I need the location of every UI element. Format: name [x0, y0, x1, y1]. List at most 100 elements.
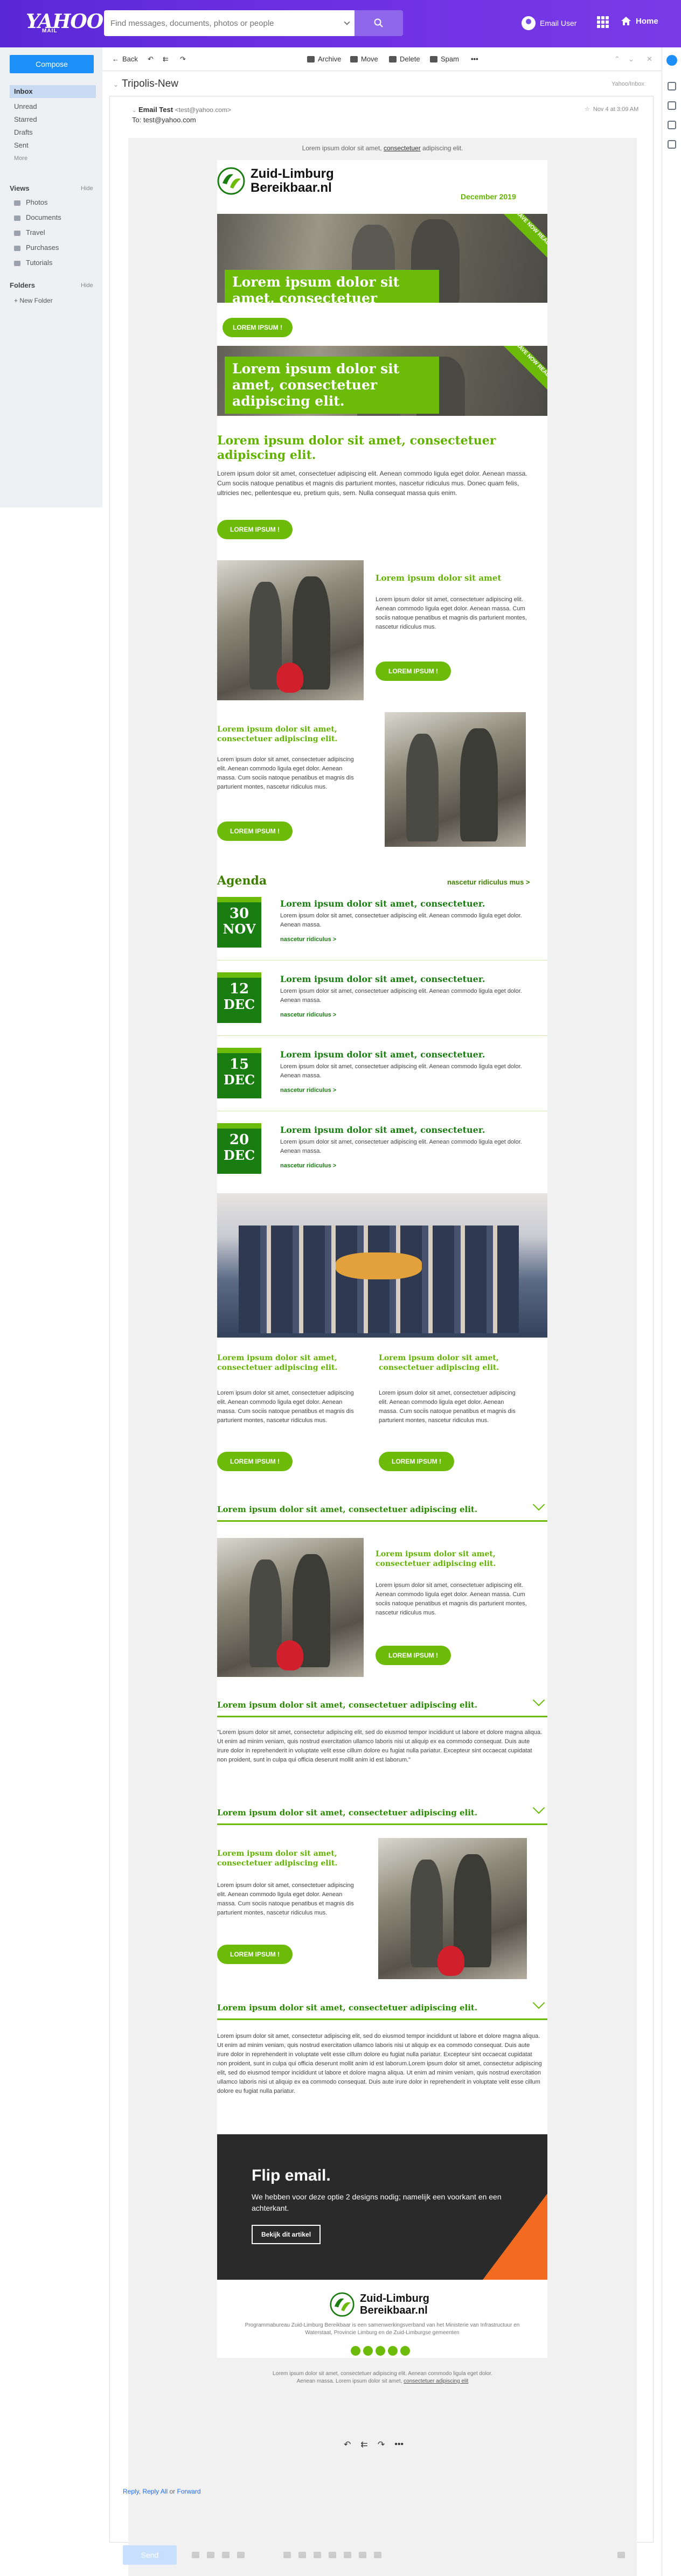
delete-draft-icon[interactable] — [617, 2552, 625, 2558]
prev-message-button[interactable]: ⌃ — [614, 55, 620, 64]
instagram-icon[interactable] — [388, 2346, 398, 2356]
agenda-more-4[interactable]: nascetur ridiculus > — [280, 1162, 336, 1169]
close-message-button[interactable]: ✕ — [647, 55, 652, 64]
link-icon[interactable] — [207, 2552, 214, 2558]
agenda-more-3[interactable]: nascetur ridiculus > — [280, 1087, 336, 1094]
sidebar-item-documents[interactable]: Documents — [0, 211, 102, 224]
archive-button[interactable]: Archive — [307, 55, 341, 63]
accordion-3[interactable]: Lorem ipsum dolor sit amet, consectetuer… — [217, 1801, 547, 1825]
yahoo-logo[interactable]: YAHOO! — [26, 12, 112, 31]
facebook-icon[interactable] — [351, 2346, 360, 2356]
forward-button[interactable]: ↷ — [180, 55, 186, 64]
more-actions-button[interactable]: ••• — [471, 55, 478, 63]
col-2-button[interactable]: LOREM IPSUM ! — [379, 1452, 454, 1471]
preheader-link[interactable]: consectetuer — [384, 144, 421, 152]
align-icon[interactable] — [359, 2552, 366, 2558]
italic-icon[interactable] — [314, 2552, 321, 2558]
star-icon[interactable]: ☆ — [585, 106, 590, 113]
home-button[interactable]: Home — [621, 16, 658, 26]
email-icon[interactable] — [400, 2346, 410, 2356]
compose-button[interactable]: Compose — [10, 55, 94, 73]
reply-all-icon[interactable]: ⇇ — [360, 2439, 367, 2450]
folders-hide-link[interactable]: Hide — [81, 282, 93, 289]
accordion-4[interactable]: Lorem ipsum dolor sit amet, consectetuer… — [217, 1996, 547, 2020]
long-text: Lorem ipsum dolor sit amet, consectetur … — [217, 2033, 542, 2094]
reply-button[interactable]: ↶ — [148, 55, 154, 64]
reply-icon[interactable]: ↶ — [344, 2439, 351, 2450]
sidebar-item-photos[interactable]: Photos — [0, 196, 102, 209]
sidebar-item-purchases[interactable]: Purchases — [0, 241, 102, 254]
footer-brand[interactable]: Zuid-Limburg Bereikbaar.nl — [330, 2292, 429, 2317]
feature-1-button[interactable]: LOREM IPSUM ! — [376, 662, 451, 681]
image-icon[interactable] — [222, 2552, 230, 2558]
bottom-link[interactable]: consectetuer adipiscing elit — [404, 2378, 468, 2384]
intro-button[interactable]: LOREM IPSUM ! — [217, 520, 293, 539]
social-links — [351, 2346, 410, 2356]
agenda-more-link[interactable]: nascetur ridiculus mus > — [447, 878, 530, 886]
more-format-icon[interactable] — [374, 2552, 381, 2558]
flip-email-banner[interactable]: Flip email. We hebben voor deze optie 2 … — [217, 2134, 547, 2280]
hero-banner-1[interactable]: Lorem ipsum dolor sit amet, consectetuer… — [217, 214, 547, 303]
notepad-icon[interactable] — [668, 121, 676, 129]
text-color-icon[interactable] — [329, 2552, 336, 2558]
forward-icon[interactable]: ↷ — [378, 2439, 385, 2450]
agenda-more-1[interactable]: nascetur ridiculus > — [280, 936, 336, 943]
hero-1-button[interactable]: LOREM IPSUM ! — [223, 318, 293, 337]
search-box[interactable] — [104, 10, 355, 36]
sender-name[interactable]: Email Test — [138, 106, 173, 114]
search-dropdown-icon[interactable] — [344, 19, 350, 25]
contacts-icon[interactable] — [668, 82, 676, 90]
search-button[interactable] — [355, 10, 403, 36]
back-button[interactable]: ← Back — [112, 55, 138, 63]
user-menu[interactable]: Email User — [522, 16, 576, 30]
feature-4-button[interactable]: LOREM IPSUM ! — [217, 1945, 293, 1964]
footer-brand-line-2: Bereikbaar.nl — [360, 2305, 428, 2316]
accordion-2[interactable]: Lorem ipsum dolor sit amet, consectetuer… — [217, 1694, 547, 1717]
apps-grid-icon[interactable] — [597, 16, 609, 28]
calendar-icon[interactable] — [668, 101, 676, 110]
hero-banner-2[interactable]: Lorem ipsum dolor sit amet, consectetuer… — [217, 346, 547, 416]
next-message-button[interactable]: ⌄ — [628, 55, 634, 64]
accordion-1[interactable]: Lorem ipsum dolor sit amet, consectetuer… — [217, 1498, 547, 1522]
settings-icon[interactable] — [666, 55, 677, 66]
search-input[interactable] — [104, 10, 330, 36]
reply-all-link[interactable]: Reply All — [142, 2488, 168, 2495]
feature-2-button[interactable]: LOREM IPSUM ! — [217, 821, 293, 841]
list-icon[interactable] — [344, 2552, 351, 2558]
send-button[interactable]: Send — [123, 2545, 177, 2565]
sidebar-item-unread[interactable]: Unread — [0, 100, 102, 113]
newsletter-brand[interactable]: Zuid-Limburg Bereikbaar.nl — [217, 167, 334, 195]
bold-icon[interactable] — [298, 2552, 306, 2558]
sidebar-item-travel[interactable]: Travel — [0, 226, 102, 239]
sender-expand-icon[interactable]: ⌄ — [132, 108, 136, 114]
emoji-icon[interactable] — [237, 2552, 245, 2558]
search-icon — [374, 18, 383, 27]
delete-button[interactable]: Delete — [389, 55, 420, 63]
agenda-more-2[interactable]: nascetur ridiculus > — [280, 1012, 336, 1018]
sidebar-item-tutorials[interactable]: Tutorials — [0, 256, 102, 269]
flip-button[interactable]: Bekijk dit artikel — [252, 2225, 321, 2244]
sidebar-item-more[interactable]: More — [0, 152, 102, 165]
messenger-icon[interactable] — [668, 140, 676, 149]
linkedin-icon[interactable] — [376, 2346, 385, 2356]
move-button[interactable]: Move — [350, 55, 378, 63]
sidebar-item-sent[interactable]: Sent — [0, 139, 102, 152]
forward-icon: ↷ — [180, 55, 186, 63]
sidebar-item-starred[interactable]: Starred — [0, 113, 102, 126]
new-folder-link[interactable]: + New Folder — [0, 294, 102, 307]
feature-3-button[interactable]: LOREM IPSUM ! — [376, 1646, 451, 1665]
collapse-icon[interactable]: ⌄ — [113, 81, 119, 88]
sidebar-item-drafts[interactable]: Drafts — [0, 126, 102, 139]
reply-link[interactable]: Reply — [123, 2488, 139, 2495]
more-icon[interactable]: ••• — [394, 2440, 404, 2449]
recipient-address[interactable]: test@yahoo.com — [143, 116, 196, 124]
font-icon[interactable] — [283, 2552, 291, 2558]
sidebar-item-inbox[interactable]: Inbox — [10, 85, 96, 98]
views-hide-link[interactable]: Hide — [81, 185, 93, 192]
twitter-icon[interactable] — [363, 2346, 373, 2356]
col-1-button[interactable]: LOREM IPSUM ! — [217, 1452, 293, 1471]
attach-icon[interactable] — [192, 2552, 199, 2558]
spam-button[interactable]: Spam — [430, 55, 459, 63]
reply-all-button[interactable]: ⇇ — [163, 55, 169, 64]
forward-link[interactable]: Forward — [177, 2488, 201, 2495]
